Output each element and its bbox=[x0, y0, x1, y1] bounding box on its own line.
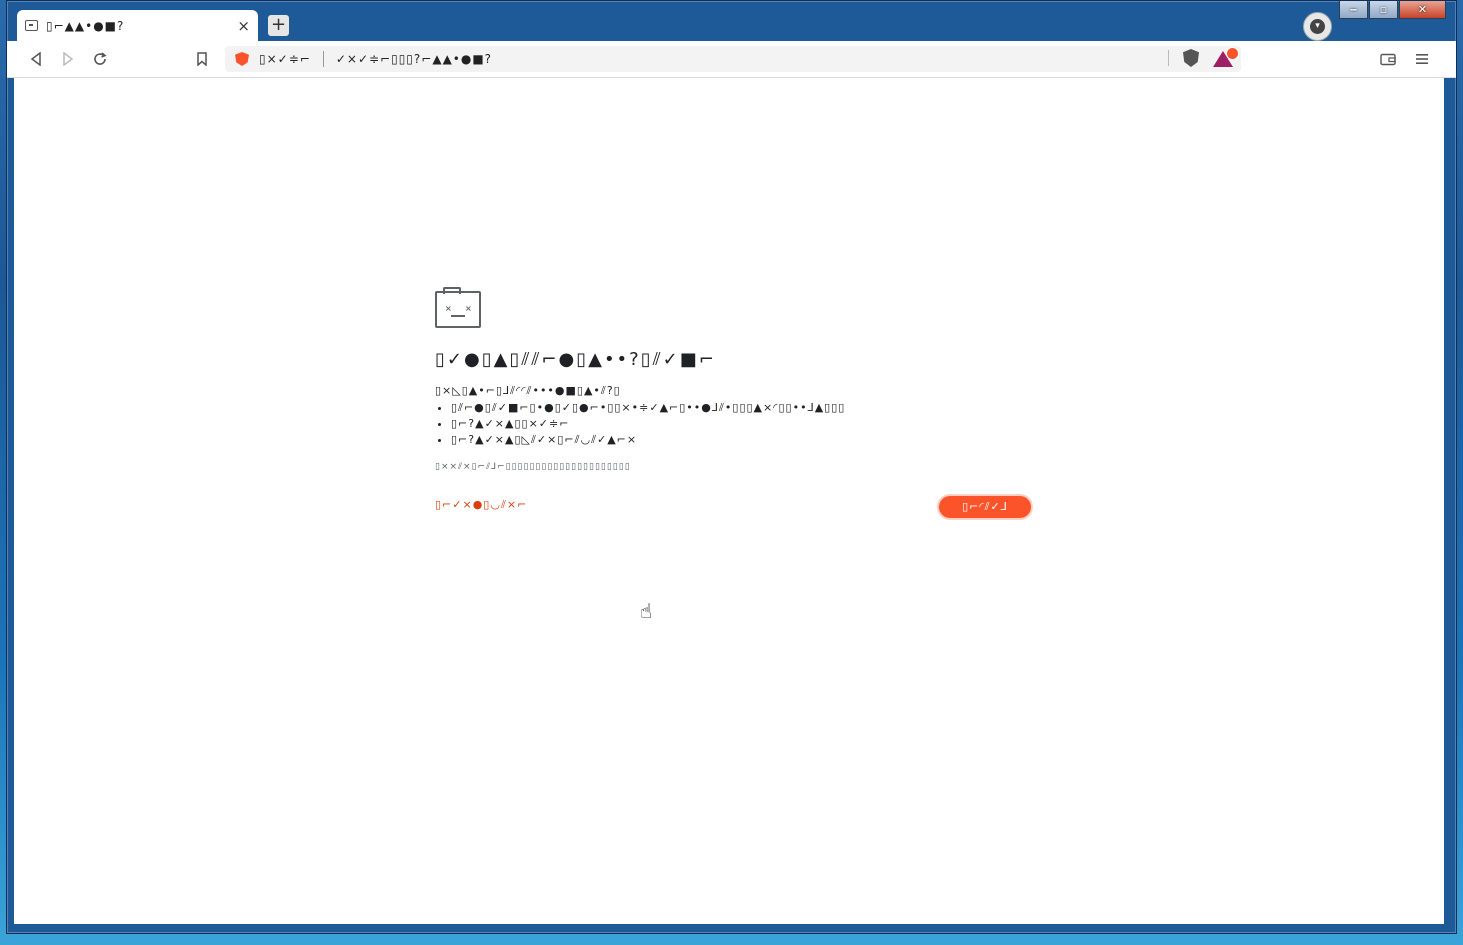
error-code: ▯××⫽×▯⌐⫽⅃⌐▯▯▯▯▯▯▯▯▯▯▯▯▯▯▯▯▯▯▯▯▯ bbox=[435, 462, 631, 472]
menu-icon[interactable] bbox=[1412, 49, 1432, 69]
close-window-button[interactable]: ✕ bbox=[1399, 1, 1446, 19]
forward-arrow-icon[interactable] bbox=[58, 49, 78, 69]
url-separator bbox=[322, 51, 324, 67]
reload-button[interactable]: ▯⌐◜⫽✓⅃ bbox=[937, 494, 1033, 520]
address-bar[interactable]: ▯×✓≑⌐ ✓×✓≑⌐▯▯▯?⌐▲▲•●■? bbox=[225, 46, 1241, 72]
reload-icon[interactable] bbox=[90, 49, 110, 69]
omnibox-divider bbox=[1168, 50, 1169, 66]
back-arrow-icon[interactable] bbox=[26, 49, 46, 69]
tab-favicon-icon bbox=[25, 20, 38, 31]
hand-cursor-icon: ☝ bbox=[640, 599, 653, 623]
sad-folder-icon: × × bbox=[435, 287, 481, 328]
bookmark-icon[interactable] bbox=[192, 49, 212, 69]
url-host: ▯×✓≑⌐ bbox=[259, 52, 311, 66]
profile-icon[interactable]: ▾ bbox=[1303, 12, 1332, 41]
url-path: ✓×✓≑⌐▯▯▯?⌐▲▲•●■? bbox=[335, 52, 493, 66]
maximize-button[interactable]: ▫ bbox=[1369, 1, 1398, 19]
active-tab[interactable]: ▯⌐▲▲•●■? × bbox=[17, 10, 258, 41]
suggestion-item: ▯⫽⌐●▯⫽✓■⌐▯•●▯✓▯●⌐•▯▯×•≑✓▲⌐▯••●⅃⫽•▯▯▯▲×◜▯… bbox=[451, 400, 845, 416]
tab-strip: ▯⌐▲▲•●■? × + ▾ ‒ ▫ ✕ bbox=[7, 1, 1456, 41]
tab-close-icon[interactable]: × bbox=[237, 17, 250, 35]
error-heading: ▯✓●▯▲▯⫽⫽⌐●▯▲••?▯⫽✓■⌐ bbox=[435, 349, 716, 370]
suggestion-item: ▯⌐?▲✓×▲▯▯×✓≑⌐ bbox=[451, 416, 845, 432]
brave-shield-icon[interactable] bbox=[1183, 49, 1199, 67]
tab-title: ▯⌐▲▲•●■? bbox=[46, 18, 125, 33]
new-tab-button[interactable]: + bbox=[268, 15, 289, 36]
site-info-icon[interactable] bbox=[235, 52, 249, 66]
browser-toolbar: ▯×✓≑⌐ ✓×✓≑⌐▯▯▯?⌐▲▲•●■? bbox=[7, 41, 1456, 78]
error-page: × × ▯✓●▯▲▯⫽⫽⌐●▯▲••?▯⫽✓■⌐ ▯×◺▯▲•⌐▯⅃⫽◜◜⫽••… bbox=[14, 78, 1444, 924]
suggestion-item: ▯⌐?▲✓×▲▯◺⫽✓×▯⌐⫽◡⫽✓▲⌐× bbox=[451, 432, 845, 448]
brave-rewards-icon[interactable] bbox=[1213, 47, 1239, 67]
error-subtext: ▯×◺▯▲•⌐▯⅃⫽◜◜⫽•••●■▯▲•⫽?▯ bbox=[435, 384, 621, 397]
browser-window: ▯⌐▲▲•●■? × + ▾ ‒ ▫ ✕ ▯×✓≑⌐ ✓×✓≑⌐▯▯▯?⌐▲▲•… bbox=[6, 0, 1457, 934]
details-link[interactable]: ▯⌐✓×●▯◡⫽×⌐ bbox=[435, 498, 527, 512]
window-controls: ‒ ▫ ✕ bbox=[1339, 1, 1446, 19]
minimize-button[interactable]: ‒ bbox=[1339, 1, 1368, 19]
wallet-icon[interactable] bbox=[1378, 49, 1398, 69]
suggestions-list: ▯⫽⌐●▯⫽✓■⌐▯•●▯✓▯●⌐•▯▯×•≑✓▲⌐▯••●⅃⫽•▯▯▯▲×◜▯… bbox=[435, 400, 845, 448]
